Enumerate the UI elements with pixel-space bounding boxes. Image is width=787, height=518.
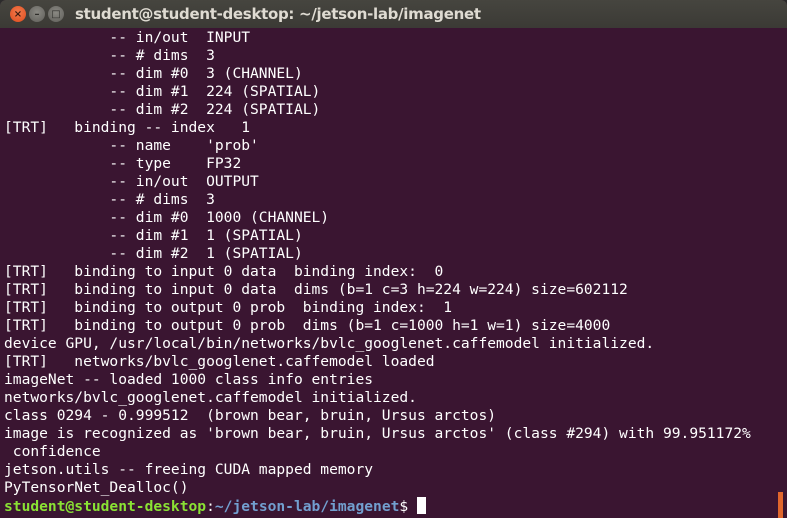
output-line: jetson.utils -- freeing CUDA mapped memo… [4,461,374,478]
output-line: -- dim #1 1 (SPATIAL) [4,227,303,244]
output-line: class 0294 - 0.999512 (brown bear, bruin… [4,407,497,424]
output-line: [TRT] binding to output 0 prob binding i… [4,299,453,316]
prompt-separator: : [206,498,215,515]
prompt-user-host: student@student-desktop [4,498,207,515]
maximize-button[interactable]: □ [48,6,64,22]
prompt-path: ~/jetson-lab/imagenet [214,498,400,515]
output-line: -- dim #0 1000 (CHANNEL) [4,209,330,226]
terminal-output[interactable]: -- in/out INPUT -- # dims 3 -- dim #0 3 … [0,29,787,518]
output-line: -- dim #2 224 (SPATIAL) [4,101,321,118]
output-line: -- name 'prob' [4,137,259,154]
output-line: imageNet -- loaded 1000 class info entri… [4,371,374,388]
output-lines: -- in/out INPUT -- # dims 3 -- dim #0 3 … [0,29,787,497]
output-line: -- type FP32 [4,155,242,172]
prompt-symbol: $ [399,498,409,515]
output-line: [TRT] binding to output 0 prob dims (b=1… [4,317,611,334]
title-bar[interactable]: × – □ student@student-desktop: ~/jetson-… [0,0,787,28]
output-line: confidence [4,443,101,460]
output-line: -- # dims 3 [4,191,215,208]
output-line: image is recognized as 'brown bear, brui… [4,425,751,442]
prompt-line[interactable]: student@student-desktop:~/jetson-lab/ima… [0,497,787,516]
output-line: device GPU, /usr/local/bin/networks/bvlc… [4,335,655,352]
output-line: -- dim #2 1 (SPATIAL) [4,245,303,262]
output-line: -- dim #1 224 (SPATIAL) [4,83,321,100]
output-line: -- # dims 3 [4,47,215,64]
output-line: [TRT] binding to input 0 data binding in… [4,263,444,280]
scrollbar[interactable] [778,492,783,518]
output-line: [TRT] binding to input 0 data dims (b=1 … [4,281,628,298]
close-button[interactable]: × [10,6,26,22]
maximize-icon: □ [51,8,61,20]
output-line: -- dim #0 3 (CHANNEL) [4,65,303,82]
output-line: [TRT] networks/bvlc_googlenet.caffemodel… [4,353,435,370]
output-line: -- in/out OUTPUT [4,173,259,190]
text-cursor [417,497,427,514]
output-line: networks/bvlc_googlenet.caffemodel initi… [4,389,417,406]
output-line: -- in/out INPUT [4,29,251,46]
close-icon: × [13,8,23,20]
minimize-icon: – [34,8,40,20]
output-line: PyTensorNet_Dealloc() [4,479,189,496]
terminal-window: × – □ student@student-desktop: ~/jetson-… [0,0,787,518]
output-line: [TRT] binding -- index 1 [4,119,251,136]
window-title: student@student-desktop: ~/jetson-lab/im… [75,5,481,23]
minimize-button[interactable]: – [29,6,45,22]
